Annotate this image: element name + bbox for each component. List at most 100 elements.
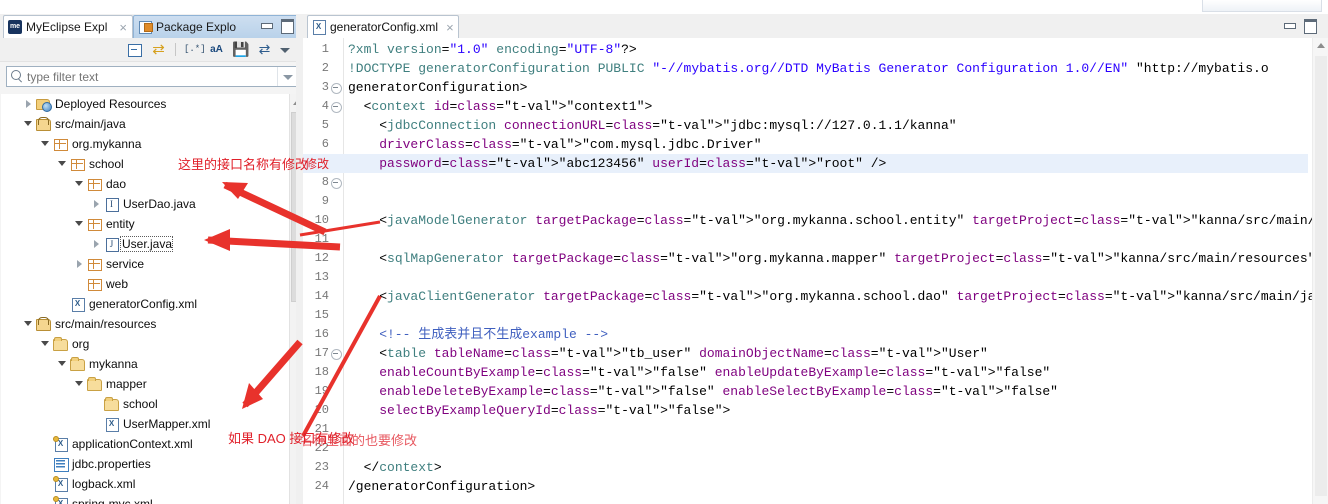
tree-item-mykanna[interactable]: mykanna bbox=[1, 354, 289, 374]
project-tree[interactable]: Deployed Resources src/main/java org.mykan… bbox=[1, 94, 289, 504]
fold-toggle-icon[interactable] bbox=[331, 97, 342, 116]
scroll-up-arrow-icon[interactable] bbox=[1317, 43, 1325, 48]
chevron-right-icon[interactable] bbox=[73, 254, 86, 274]
chevron-down-icon[interactable] bbox=[73, 374, 86, 394]
editor-tab-bar: generatorConfig.xml × bbox=[303, 14, 1328, 38]
code-line[interactable]: <javaModelGenerator targetPackage=class=… bbox=[348, 211, 1328, 230]
fold-minus-icon bbox=[333, 106, 338, 107]
minimize-icon[interactable] bbox=[1283, 19, 1296, 31]
chevron-down-icon[interactable] bbox=[73, 174, 86, 194]
code-text[interactable]: ?xml version="1.0" encoding="UTF-8"?> !DO… bbox=[348, 38, 1328, 504]
maximize-icon[interactable] bbox=[280, 19, 294, 34]
tree-item-org[interactable]: org bbox=[1, 334, 289, 354]
tree-item-label: generatorConfig.xml bbox=[89, 297, 198, 311]
tree-item-user-java[interactable]: User.java bbox=[1, 234, 289, 254]
line-number: 16 bbox=[314, 327, 329, 341]
code-area[interactable]: 123456789101112131415161718192021222324 … bbox=[303, 38, 1328, 504]
code-line[interactable]: enableDeleteByExample=class="t-val">"fal… bbox=[348, 382, 1058, 401]
collapse-all-icon[interactable] bbox=[126, 41, 143, 58]
tree-item-spring-mvc-xml[interactable]: spring-mvc.xml bbox=[1, 494, 289, 504]
chevron-down-icon[interactable] bbox=[22, 114, 35, 134]
code-line[interactable]: <context id=class="t-val">"context1"> bbox=[348, 97, 653, 116]
library-icon[interactable]: 💾 bbox=[232, 41, 249, 58]
fold-toggle-icon[interactable] bbox=[331, 173, 342, 192]
tree-item-applicationcontext-xml[interactable]: applicationContext.xml bbox=[1, 434, 289, 454]
code-line[interactable]: generatorConfiguration> bbox=[348, 78, 527, 97]
filter-box[interactable] bbox=[6, 66, 297, 87]
link-with-editor-icon[interactable]: ⇄ bbox=[150, 41, 167, 58]
tree-item-dao[interactable]: dao bbox=[1, 174, 289, 194]
tree-item-label: spring-mvc.xml bbox=[72, 497, 153, 504]
chevron-down-icon[interactable] bbox=[56, 354, 69, 374]
scrollbar-thumb[interactable] bbox=[1315, 56, 1327, 496]
tree-item-label: UserDao.java bbox=[123, 197, 196, 211]
tree-item-logback-xml[interactable]: logback.xml bbox=[1, 474, 289, 494]
panel-divider[interactable] bbox=[296, 14, 303, 504]
package-icon-divider bbox=[93, 219, 95, 229]
fold-toggle-icon[interactable] bbox=[331, 78, 342, 97]
code-line[interactable]: driverClass=class="t-val">"com.mysql.jdb… bbox=[348, 135, 761, 154]
tree-item-service[interactable]: service bbox=[1, 254, 289, 274]
tab-myeclipse-explorer[interactable]: me MyEclipse Expl × bbox=[3, 15, 133, 38]
case-sensitive-icon[interactable]: aA bbox=[208, 41, 225, 58]
chevron-down-icon[interactable] bbox=[73, 214, 86, 234]
code-line[interactable]: /generatorConfiguration> bbox=[348, 477, 535, 496]
line-number: 20 bbox=[314, 403, 329, 417]
code-line[interactable]: selectByExampleQueryId=class="t-val">"fa… bbox=[348, 401, 730, 420]
maximize-icon[interactable] bbox=[1303, 19, 1317, 34]
view-menu-icon[interactable] bbox=[280, 41, 297, 58]
warning-badge-icon bbox=[53, 496, 59, 502]
tree-item-label: src/main/resources bbox=[55, 317, 157, 331]
chevron-down-icon[interactable] bbox=[277, 67, 296, 86]
tree-item-usermapper-xml[interactable]: UserMapper.xml bbox=[1, 414, 289, 434]
tree-item-entity[interactable]: entity bbox=[1, 214, 289, 234]
tree-item-mapper[interactable]: mapper bbox=[1, 374, 289, 394]
fold-toggle-icon[interactable] bbox=[331, 344, 342, 363]
chevron-down-icon[interactable] bbox=[56, 154, 69, 174]
chevron-right-icon[interactable] bbox=[90, 234, 103, 254]
filter-input[interactable] bbox=[27, 69, 277, 84]
code-line[interactable]: ?xml version="1.0" encoding="UTF-8"?> bbox=[348, 40, 637, 59]
tree-item-src-main-resources[interactable]: src/main/resources bbox=[1, 314, 289, 334]
tree-item-jdbc-properties[interactable]: jdbc.properties bbox=[1, 454, 289, 474]
minimize-icon[interactable] bbox=[260, 19, 273, 31]
xml-file-icon bbox=[312, 20, 326, 35]
code-line[interactable]: <jdbcConnection connectionURL=class="t-v… bbox=[348, 116, 956, 135]
editor-vertical-scrollbar[interactable] bbox=[1312, 38, 1328, 504]
code-line[interactable]: password=class="t-val">"abc123456" userI… bbox=[348, 154, 886, 173]
sort-icon[interactable]: ⇄ bbox=[256, 41, 273, 58]
chevron-right-icon[interactable] bbox=[90, 194, 103, 214]
regex-filter-icon[interactable]: [.*] bbox=[184, 41, 206, 58]
tree-item-school[interactable]: school bbox=[1, 394, 289, 414]
line-number: 1 bbox=[321, 42, 329, 56]
chevron-down-icon[interactable] bbox=[39, 134, 52, 154]
close-icon[interactable]: × bbox=[442, 21, 454, 34]
tree-item-userdao-java[interactable]: UserDao.java bbox=[1, 194, 289, 214]
close-icon[interactable]: × bbox=[116, 21, 127, 34]
code-line[interactable]: <!-- 生成表并且不生成example --> bbox=[348, 325, 608, 344]
chevron-down-icon[interactable] bbox=[22, 314, 35, 334]
chevron-right-icon[interactable] bbox=[22, 94, 35, 114]
tree-item-org-mykanna[interactable]: org.mykanna bbox=[1, 134, 289, 154]
code-line[interactable]: </context> bbox=[348, 458, 442, 477]
code-line[interactable]: !DOCTYPE generatorConfiguration PUBLIC "… bbox=[348, 59, 1269, 78]
code-line[interactable]: enableCountByExample=class="t-val">"fals… bbox=[348, 363, 1050, 382]
package-icon-divider bbox=[93, 279, 95, 289]
code-line[interactable]: <sqlMapGenerator targetPackage=class="t-… bbox=[348, 249, 1328, 268]
tab-label: Package Explo bbox=[156, 20, 237, 34]
tree-item-web[interactable]: web bbox=[1, 274, 289, 294]
code-line[interactable]: <table tableName=class="t-val">"tb_user"… bbox=[348, 344, 988, 363]
code-line[interactable]: <javaClientGenerator targetPackage=class… bbox=[348, 287, 1328, 306]
tab-generator-config-xml[interactable]: generatorConfig.xml × bbox=[307, 15, 459, 38]
chevron-down-icon[interactable] bbox=[39, 334, 52, 354]
folder-icon bbox=[52, 336, 69, 352]
package-icon bbox=[52, 136, 69, 152]
tree-item-generatorconfig-xml[interactable]: generatorConfig.xml bbox=[1, 294, 289, 314]
tree-item-school[interactable]: school bbox=[1, 154, 289, 174]
line-number: 13 bbox=[314, 270, 329, 284]
tree-item-label: UserMapper.xml bbox=[123, 417, 211, 431]
tree-item-src-main-java[interactable]: src/main/java bbox=[1, 114, 289, 134]
tree-item-deployed-resources[interactable]: Deployed Resources bbox=[1, 94, 289, 114]
tree-item-label: applicationContext.xml bbox=[72, 437, 193, 451]
line-number: 23 bbox=[314, 460, 329, 474]
